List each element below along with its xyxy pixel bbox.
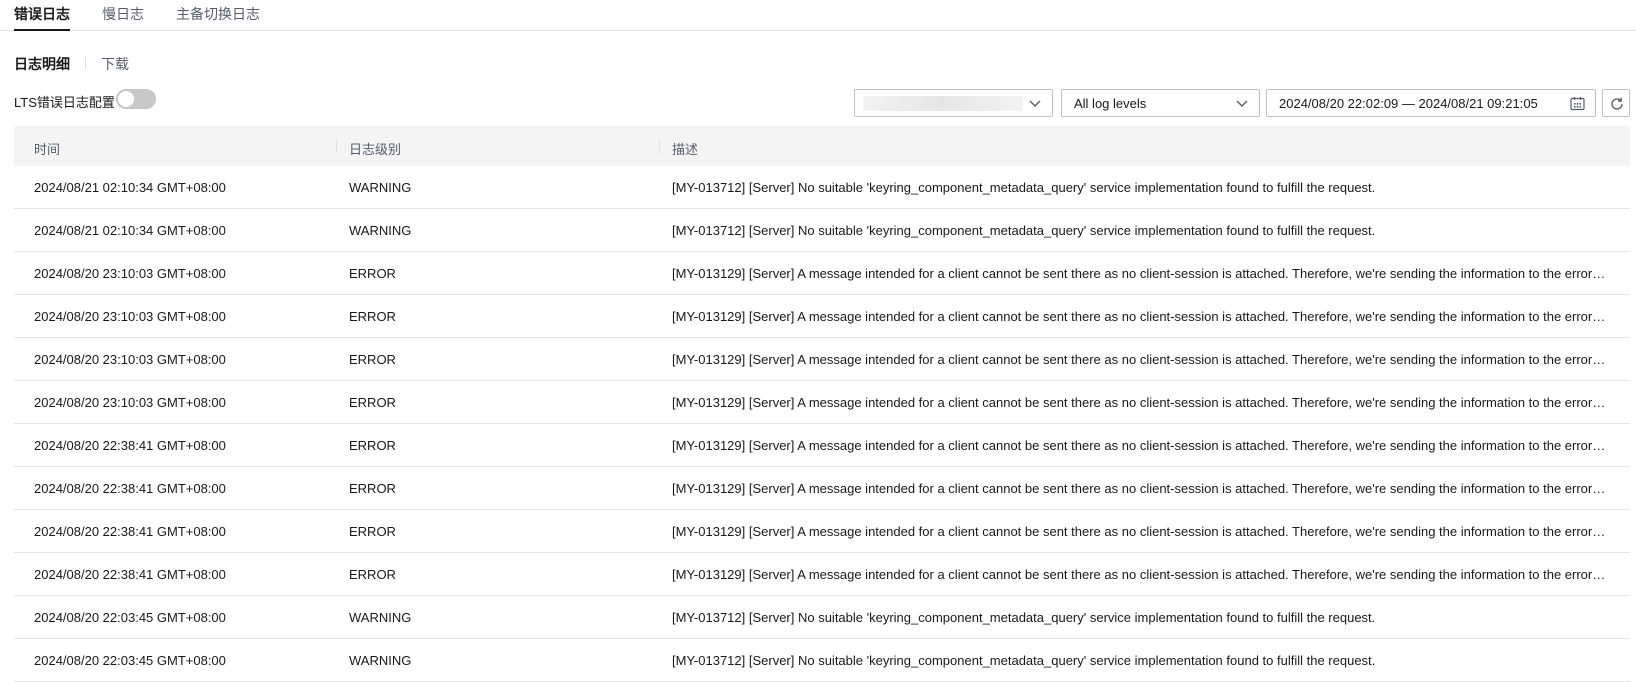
cell-time: 2024/08/20 23:10:03 GMT+08:00: [34, 352, 226, 367]
column-header-description: 描述: [672, 142, 699, 157]
chevron-down-icon: [1029, 100, 1041, 107]
table-row: 2024/08/20 22:38:41 GMT+08:00 ERROR [MY-01…: [14, 424, 1630, 467]
cell-time: 2024/08/20 22:38:41 GMT+08:00: [34, 567, 226, 582]
cell-description: [MY-013712] [Server] No suitable 'keyrin…: [672, 610, 1376, 625]
cell-description: [MY-013712] [Server] No suitable 'keyrin…: [672, 180, 1376, 195]
node-select[interactable]: [854, 89, 1053, 117]
tab-switchover-log[interactable]: 主备切换日志: [176, 4, 260, 24]
chevron-down-icon: [1236, 100, 1248, 107]
refresh-icon: [1611, 97, 1623, 110]
tab-log-details[interactable]: 日志明细: [14, 54, 70, 74]
cell-description: [MY-013129] [Server] A message intended …: [672, 567, 1609, 582]
table-header: 时间 日志级别 描述: [14, 126, 1630, 166]
column-header-level: 日志级别: [349, 142, 402, 157]
table-row: 2024/08/20 23:10:03 GMT+08:00 ERROR [MY-01…: [14, 252, 1630, 295]
cell-level: ERROR: [349, 438, 396, 453]
cell-description: [MY-013129] [Server] A message intended …: [672, 524, 1609, 539]
table-row: 2024/08/20 22:38:41 GMT+08:00 ERROR [MY-01…: [14, 467, 1630, 510]
cell-level: ERROR: [349, 481, 396, 496]
cell-description: [MY-013129] [Server] A message intended …: [672, 266, 1609, 281]
cell-level: ERROR: [349, 395, 396, 410]
cell-level: WARNING: [349, 653, 412, 668]
cell-description: [MY-013129] [Server] A message intended …: [672, 395, 1609, 410]
cell-time: 2024/08/20 23:10:03 GMT+08:00: [34, 309, 226, 324]
cell-description: [MY-013712] [Server] No suitable 'keyrin…: [672, 223, 1376, 238]
tab-error-log[interactable]: 错误日志: [14, 4, 70, 24]
column-header-time: 时间: [34, 142, 61, 157]
table-row: 2024/08/21 02:10:34 GMT+08:00 WARNING [MY-…: [14, 166, 1630, 209]
cell-description: [MY-013129] [Server] A message intended …: [672, 438, 1609, 453]
toggle-knob: [118, 91, 134, 107]
cell-description: [MY-013129] [Server] A message intended …: [672, 309, 1609, 324]
cell-level: ERROR: [349, 266, 396, 281]
cell-level: ERROR: [349, 352, 396, 367]
column-divider: [336, 139, 337, 153]
cell-time: 2024/08/20 23:10:03 GMT+08:00: [34, 266, 226, 281]
sub-tab-divider: [85, 56, 86, 70]
cell-time: 2024/08/20 22:38:41 GMT+08:00: [34, 524, 226, 539]
log-level-value: All log levels: [1074, 96, 1147, 111]
date-range-value: 2024/08/20 22:02:09 — 2024/08/21 09:21:0…: [1279, 96, 1538, 111]
lts-config-toggle[interactable]: [116, 89, 156, 109]
table-row: 2024/08/20 22:03:45 GMT+08:00 WARNING [MY-…: [14, 639, 1630, 682]
cell-time: 2024/08/21 02:10:34 GMT+08:00: [34, 223, 226, 238]
cell-time: 2024/08/21 02:10:34 GMT+08:00: [34, 180, 226, 195]
table-body: 2024/08/21 02:10:34 GMT+08:00 WARNING [MY-…: [14, 166, 1630, 682]
log-level-select[interactable]: All log levels: [1061, 89, 1260, 117]
cell-time: 2024/08/20 22:38:41 GMT+08:00: [34, 481, 226, 496]
cell-description: [MY-013712] [Server] No suitable 'keyrin…: [672, 653, 1376, 668]
cell-time: 2024/08/20 22:03:45 GMT+08:00: [34, 653, 226, 668]
lts-config-label: LTS错误日志配置: [14, 95, 115, 110]
calendar-icon: [1570, 97, 1585, 111]
cell-time: 2024/08/20 22:38:41 GMT+08:00: [34, 438, 226, 453]
tab-slow-log[interactable]: 慢日志: [102, 4, 144, 24]
table-row: 2024/08/20 22:38:41 GMT+08:00 ERROR [MY-01…: [14, 510, 1630, 553]
cell-time: 2024/08/20 23:10:03 GMT+08:00: [34, 395, 226, 410]
redacted-value: [863, 96, 1023, 111]
tab-download[interactable]: 下载: [101, 54, 129, 74]
log-type-tabs: 错误日志 慢日志 主备切换日志: [0, 0, 1636, 31]
cell-description: [MY-013129] [Server] A message intended …: [672, 481, 1609, 496]
table-row: 2024/08/20 23:10:03 GMT+08:00 ERROR [MY-01…: [14, 295, 1630, 338]
cell-level: WARNING: [349, 180, 412, 195]
table-row: 2024/08/21 02:10:34 GMT+08:00 WARNING [MY-…: [14, 209, 1630, 252]
table-row: 2024/08/20 23:10:03 GMT+08:00 ERROR [MY-01…: [14, 338, 1630, 381]
cell-level: ERROR: [349, 309, 396, 324]
table-row: 2024/08/20 22:38:41 GMT+08:00 ERROR [MY-01…: [14, 553, 1630, 596]
refresh-button[interactable]: [1602, 89, 1630, 117]
table-row: 2024/08/20 23:10:03 GMT+08:00 ERROR [MY-01…: [14, 381, 1630, 424]
error-log-table: 时间 日志级别 描述 2024/08/21 02:10:34 GMT+08:00…: [14, 126, 1630, 682]
cell-level: WARNING: [349, 610, 412, 625]
cell-level: ERROR: [349, 524, 396, 539]
cell-description: [MY-013129] [Server] A message intended …: [672, 352, 1609, 367]
table-row: 2024/08/20 22:03:45 GMT+08:00 WARNING [MY-…: [14, 596, 1630, 639]
active-tab-indicator: [14, 29, 70, 31]
date-range-picker[interactable]: 2024/08/20 22:02:09 — 2024/08/21 09:21:0…: [1266, 89, 1596, 117]
column-divider: [659, 139, 660, 153]
cell-time: 2024/08/20 22:03:45 GMT+08:00: [34, 610, 226, 625]
cell-level: ERROR: [349, 567, 396, 582]
cell-level: WARNING: [349, 223, 412, 238]
